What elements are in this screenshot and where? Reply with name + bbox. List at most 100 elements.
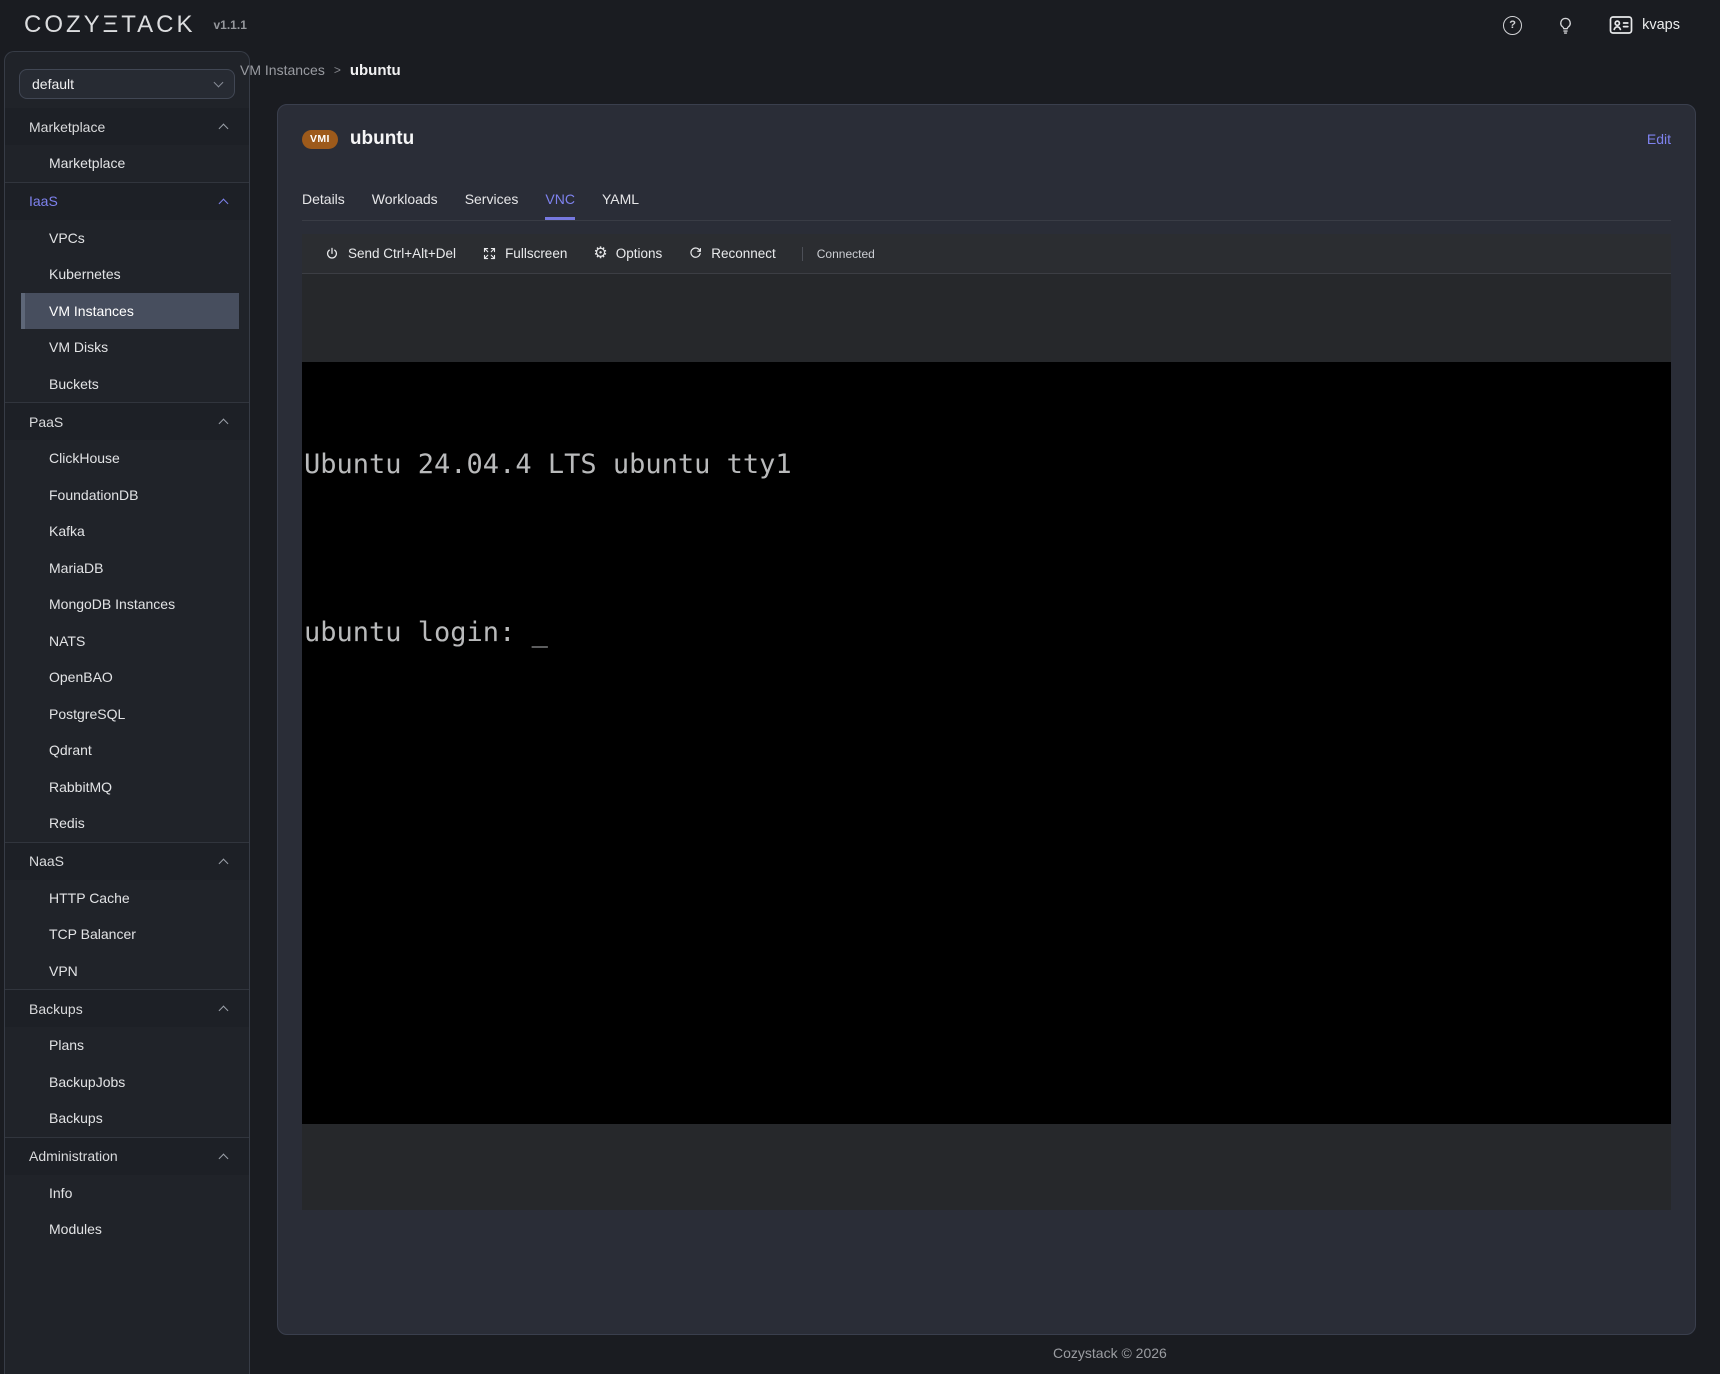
sidebar-item-vpcs[interactable]: VPCs	[21, 220, 239, 257]
topbar-actions: ? kvaps	[1503, 15, 1680, 35]
item-label: Kubernetes	[49, 266, 121, 282]
connection-status: Connected	[817, 247, 875, 261]
help-button[interactable]: ?	[1503, 16, 1522, 35]
sidebar-item-backups[interactable]: Backups	[21, 1100, 239, 1137]
namespace-select-value: default	[32, 76, 74, 92]
section-label: PaaS	[29, 414, 63, 430]
chevron-up-icon	[219, 1153, 229, 1163]
vnc-console-screen[interactable]: Ubuntu 24.04.4 LTS ubuntu tty1 ubuntu lo…	[302, 362, 1671, 1124]
vnc-panel: Ubuntu 24.04.4 LTS ubuntu tty1 ubuntu lo…	[302, 274, 1671, 1210]
sidebar-item-clickhouse[interactable]: ClickHouse	[21, 440, 239, 477]
sidebar: default Marketplace Marketplace IaaS VPC…	[4, 51, 250, 1374]
theme-toggle-button[interactable]	[1556, 16, 1575, 35]
section-backups: Backups Plans BackupJobs Backups	[5, 989, 249, 1137]
namespace-select[interactable]: default	[19, 69, 235, 99]
item-label: Marketplace	[49, 155, 125, 171]
edit-button[interactable]: Edit	[1647, 131, 1671, 147]
reload-icon	[688, 246, 703, 261]
sidebar-item-vm-instances[interactable]: VM Instances	[21, 293, 239, 330]
tab-workloads[interactable]: Workloads	[372, 185, 438, 220]
sidebar-item-buckets[interactable]: Buckets	[21, 366, 239, 403]
status-divider	[802, 247, 803, 261]
fullscreen-icon	[482, 246, 497, 261]
section-label: IaaS	[29, 193, 58, 209]
button-label: Fullscreen	[505, 246, 567, 261]
section-marketplace: Marketplace Marketplace	[5, 108, 249, 182]
item-label: HTTP Cache	[49, 890, 130, 906]
section-paas: PaaS ClickHouse FoundationDB Kafka Maria…	[5, 402, 249, 842]
sidebar-item-qdrant[interactable]: Qdrant	[21, 732, 239, 769]
tab-details[interactable]: Details	[302, 185, 345, 220]
sidebar-item-mariadb[interactable]: MariaDB	[21, 550, 239, 587]
section-label: NaaS	[29, 853, 64, 869]
console-blank-line	[304, 535, 1669, 563]
tab-yaml[interactable]: YAML	[602, 185, 639, 220]
item-label: Qdrant	[49, 742, 92, 758]
sidebar-item-modules[interactable]: Modules	[21, 1211, 239, 1248]
section-label: Backups	[29, 1001, 83, 1017]
chevron-down-icon	[214, 78, 224, 88]
section-label: Marketplace	[29, 119, 105, 135]
vmi-kind-badge: VMI	[302, 130, 338, 149]
item-label: Redis	[49, 815, 85, 831]
tab-vnc[interactable]: VNC	[545, 185, 575, 220]
power-icon	[324, 246, 340, 262]
id-card-icon	[1609, 15, 1633, 35]
sidebar-item-kafka[interactable]: Kafka	[21, 513, 239, 550]
sidebar-item-openbao[interactable]: OpenBAO	[21, 659, 239, 696]
section-header-iaas[interactable]: IaaS	[5, 183, 249, 220]
button-label: Options	[616, 246, 663, 261]
sidebar-item-vm-disks[interactable]: VM Disks	[21, 329, 239, 366]
sidebar-item-http-cache[interactable]: HTTP Cache	[21, 880, 239, 917]
send-ctrl-alt-del-button[interactable]: Send Ctrl+Alt+Del	[324, 246, 456, 262]
chevron-up-icon	[219, 419, 229, 429]
app-logo: COZYΞTACK	[24, 11, 196, 39]
section-header-backups[interactable]: Backups	[5, 990, 249, 1027]
button-label: Reconnect	[711, 246, 776, 261]
console-prompt-line: ubuntu login: _	[304, 619, 1669, 647]
sidebar-item-tcp-balancer[interactable]: TCP Balancer	[21, 916, 239, 953]
sidebar-item-plans[interactable]: Plans	[21, 1027, 239, 1064]
tab-services[interactable]: Services	[465, 185, 519, 220]
section-iaas: IaaS VPCs Kubernetes VM Instances VM Dis…	[5, 182, 249, 403]
section-label: Administration	[29, 1148, 118, 1164]
breadcrumb-vm-instances[interactable]: VM Instances	[240, 62, 325, 78]
tab-bar: Details Workloads Services VNC YAML	[302, 185, 1671, 221]
console-prompt: ubuntu login:	[304, 617, 532, 648]
sidebar-item-foundationdb[interactable]: FoundationDB	[21, 477, 239, 514]
sidebar-item-info[interactable]: Info	[21, 1175, 239, 1212]
item-label: Plans	[49, 1037, 84, 1053]
chevron-up-icon	[219, 858, 229, 868]
chevron-up-icon	[219, 1006, 229, 1016]
sidebar-item-rabbitmq[interactable]: RabbitMQ	[21, 769, 239, 806]
item-label: VM Instances	[49, 303, 134, 319]
sidebar-item-marketplace[interactable]: Marketplace	[21, 145, 239, 182]
page-title: ubuntu	[350, 128, 414, 150]
sidebar-item-vpn[interactable]: VPN	[21, 953, 239, 990]
reconnect-button[interactable]: Reconnect	[688, 246, 776, 261]
sidebar-item-backupjobs[interactable]: BackupJobs	[21, 1064, 239, 1101]
sidebar-item-kubernetes[interactable]: Kubernetes	[21, 256, 239, 293]
sidebar-item-postgresql[interactable]: PostgreSQL	[21, 696, 239, 733]
fullscreen-button[interactable]: Fullscreen	[482, 246, 567, 261]
question-circle-icon: ?	[1503, 16, 1522, 35]
breadcrumb-current: ubuntu	[350, 62, 401, 79]
sidebar-item-redis[interactable]: Redis	[21, 805, 239, 842]
item-label: Kafka	[49, 523, 85, 539]
item-label: Backups	[49, 1110, 103, 1126]
section-header-naas[interactable]: NaaS	[5, 843, 249, 880]
item-label: MariaDB	[49, 560, 103, 576]
item-label: Modules	[49, 1221, 102, 1237]
chevron-up-icon	[219, 124, 229, 134]
sidebar-item-mongodb-instances[interactable]: MongoDB Instances	[21, 586, 239, 623]
section-header-marketplace[interactable]: Marketplace	[5, 108, 249, 145]
options-button[interactable]: ⚙ Options	[593, 246, 662, 262]
topbar: COZYΞTACK v1.1.1 ? kvaps	[0, 0, 1720, 50]
sidebar-item-nats[interactable]: NATS	[21, 623, 239, 660]
username: kvaps	[1642, 17, 1680, 33]
vnc-toolbar: Send Ctrl+Alt+Del Fullscreen ⚙ Options	[302, 234, 1671, 274]
section-header-paas[interactable]: PaaS	[5, 403, 249, 440]
item-label: ClickHouse	[49, 450, 120, 466]
user-menu[interactable]: kvaps	[1609, 15, 1680, 35]
section-header-administration[interactable]: Administration	[5, 1138, 249, 1175]
